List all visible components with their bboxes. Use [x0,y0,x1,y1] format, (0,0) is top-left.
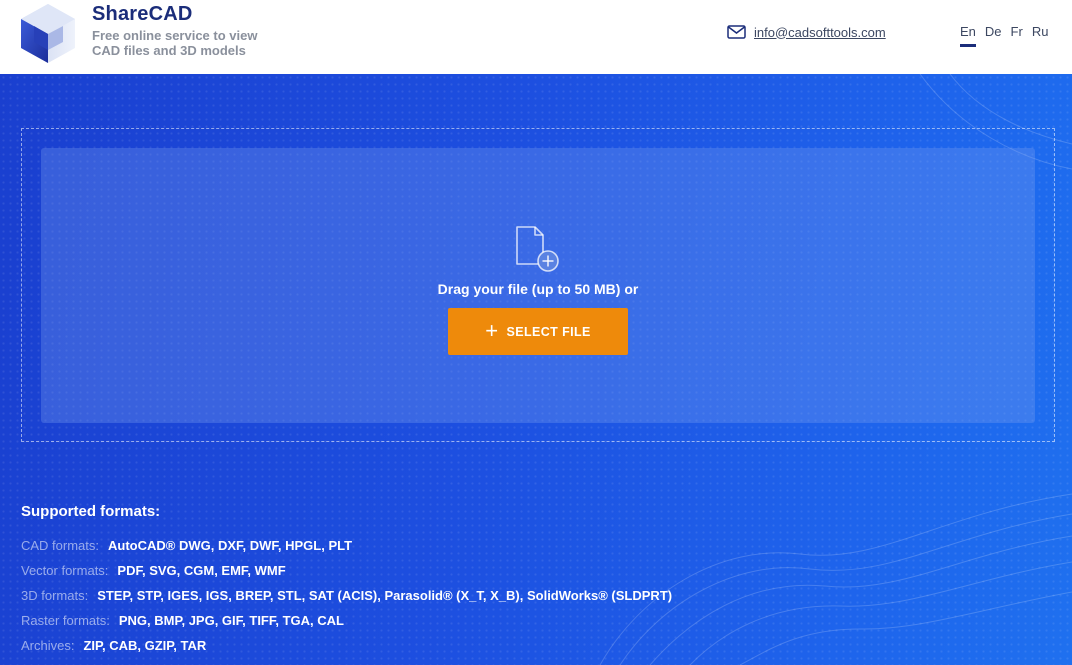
tagline-line-1: Free online service to view [92,28,258,43]
format-label: CAD formats: [21,538,100,553]
mail-icon [727,25,746,39]
file-add-icon [516,226,559,272]
format-value: PNG, BMP, JPG, GIF, TIFF, TGA, CAL [118,613,344,628]
format-label: Raster formats: [21,613,110,628]
language-de[interactable]: De [985,24,1002,39]
language-fr[interactable]: Fr [1011,24,1023,39]
site-header: ShareCAD Free online service to view CAD… [0,0,1072,74]
supported-formats-title: Supported formats: [21,503,161,520]
language-en[interactable]: En [960,24,976,47]
format-row-archives: Archives: ZIP, CAB, GZIP, TAR [21,638,206,653]
format-label: 3D formats: [21,588,89,603]
format-row-vector: Vector formats: PDF, SVG, CGM, EMF, WMF [21,563,286,578]
cube-logo-icon[interactable] [19,2,77,64]
language-ru[interactable]: Ru [1032,24,1049,39]
format-value: ZIP, CAB, GZIP, TAR [83,638,207,653]
format-row-cad: CAD formats: AutoCAD® DWG, DXF, DWF, HPGL… [21,538,352,553]
brand-tagline: Free online service to view CAD files an… [92,28,302,58]
plus-icon: + [485,317,499,343]
language-switcher: En De Fr Ru [960,24,1057,47]
brand-name[interactable]: ShareCAD [92,3,193,26]
format-label: Vector formats: [21,563,109,578]
format-label: Archives: [21,638,75,653]
drag-instruction: Drag your file (up to 50 MB) or [437,281,639,297]
select-file-label: SELECT FILE [506,324,591,339]
main-area: Drag your file (up to 50 MB) or + SELECT… [0,74,1072,665]
select-file-button[interactable]: + SELECT FILE [448,308,628,355]
format-value: AutoCAD® DWG, DXF, DWF, HPGL, PLT [108,538,353,553]
format-value: STEP, STP, IGES, IGS, BREP, STL, SAT (AC… [97,588,673,603]
contact-email: info@cadsofttools.com [727,23,886,41]
format-row-raster: Raster formats: PNG, BMP, JPG, GIF, TIFF,… [21,613,344,628]
format-row-3d: 3D formats: STEP, STP, IGES, IGS, BREP, S… [21,588,672,603]
tagline-line-2: CAD files and 3D models [92,43,246,58]
format-value: PDF, SVG, CGM, EMF, WMF [117,563,286,578]
email-link[interactable]: info@cadsofttools.com [754,25,886,40]
